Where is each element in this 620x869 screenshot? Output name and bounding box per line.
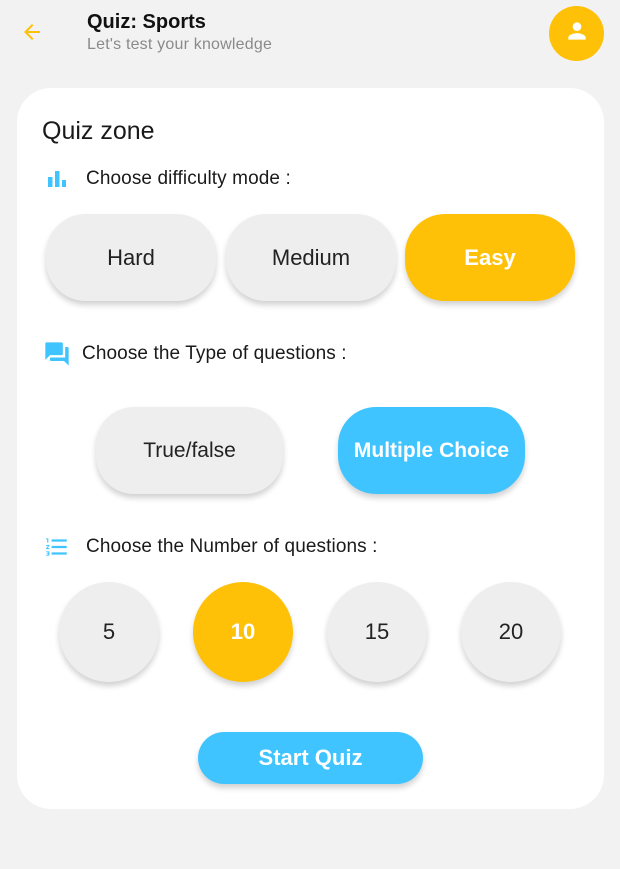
count-20-button[interactable]: 20 [461, 582, 561, 682]
question-count-label: Choose the Number of questions : [86, 536, 378, 557]
difficulty-hard-button[interactable]: Hard [46, 214, 216, 301]
type-multiple-choice-button[interactable]: Multiple Choice [338, 407, 525, 494]
bar-chart-icon [42, 164, 72, 194]
question-type-section-header: Choose the Type of questions : [42, 339, 347, 369]
chat-bubbles-icon [42, 339, 72, 369]
question-count-section-header: Choose the Number of questions : [42, 532, 378, 562]
count-5-button[interactable]: 5 [59, 582, 159, 682]
count-15-button[interactable]: 15 [327, 582, 427, 682]
type-true-false-button[interactable]: True/false [96, 407, 283, 494]
quiz-zone-title: Quiz zone [42, 117, 155, 145]
quiz-zone-card: Quiz zone Choose difficulty mode : Hard … [17, 88, 604, 809]
start-quiz-button[interactable]: Start Quiz [198, 732, 423, 784]
header-titles: Quiz: Sports Let's test your knowledge [87, 10, 272, 56]
app-bar: Quiz: Sports Let's test your knowledge [0, 0, 620, 70]
person-icon [564, 18, 590, 49]
difficulty-easy-button[interactable]: Easy [405, 214, 575, 301]
difficulty-label: Choose difficulty mode : [86, 168, 291, 189]
profile-avatar-button[interactable] [549, 6, 604, 61]
difficulty-section-header: Choose difficulty mode : [42, 164, 291, 194]
numbered-list-icon [42, 532, 72, 562]
back-button[interactable] [14, 16, 50, 52]
page-title: Quiz: Sports [87, 11, 206, 33]
page-subtitle: Let's test your knowledge [87, 36, 273, 53]
count-10-button[interactable]: 10 [193, 582, 293, 682]
arrow-left-icon [20, 20, 44, 49]
question-type-label: Choose the Type of questions : [82, 343, 347, 364]
difficulty-medium-button[interactable]: Medium [226, 214, 396, 301]
